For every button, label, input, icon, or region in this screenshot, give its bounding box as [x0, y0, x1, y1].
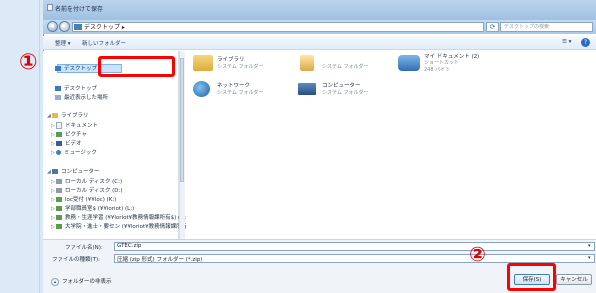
back-arrow-icon: ◂: [50, 21, 55, 30]
network-drive-icon: [56, 197, 62, 202]
refresh-button[interactable]: ⟳: [486, 22, 499, 32]
sidebar-item-computer[interactable]: ◢ コンピューター: [47, 168, 100, 176]
item-type: システム フォルダー: [322, 64, 369, 70]
sidebar-item-drive-n[interactable]: ▷ 教務・生涯学習 (¥¥loriot¥教務情報課所有$) (N:): [51, 214, 188, 222]
item-type: システム フォルダー: [217, 64, 264, 70]
scrollbar-thumb[interactable]: [180, 58, 184, 182]
refresh-icon: ⟳: [489, 23, 496, 31]
sidebar-item-label: ローカル ディスク (D:): [65, 188, 123, 194]
network-drive-icon: [56, 224, 62, 229]
documents-icon: [56, 122, 62, 129]
sidebar-item-label: ピクチャ: [65, 132, 87, 138]
item-size: 248 バイト: [424, 67, 451, 73]
chevron-down-icon[interactable]: ▾: [588, 255, 591, 261]
new-folder-button[interactable]: 新しいフォルダー: [82, 39, 126, 47]
desktop-icon: [55, 86, 61, 91]
sidebar-item-label: 学部職員室$ (¥¥loriot) (L:): [65, 206, 135, 212]
item-type: システム フォルダー: [322, 90, 369, 96]
highlight-box-desktop: [98, 56, 175, 77]
filename-label: ファイル名(N):: [65, 245, 103, 251]
forward-arrow-icon: ▸: [62, 21, 67, 30]
sidebar-item-documents[interactable]: ▷ ドキュメント: [51, 122, 98, 130]
sidebar-item-label: ビデオ: [65, 141, 82, 147]
network-icon: [193, 81, 210, 97]
list-item[interactable]: システム フォルダー: [298, 54, 383, 78]
sidebar-item-label: デスクトップ: [64, 66, 98, 72]
sidebar-item-label: ライブラリ: [61, 113, 89, 119]
sidebar-item-drive-l[interactable]: ▷ 学部職員室$ (¥¥loriot) (L:): [51, 205, 134, 213]
organize-button[interactable]: 整理 ▾: [55, 39, 71, 47]
drive-icon: [56, 179, 62, 184]
filetype-label: ファイルの種類(T):: [52, 257, 101, 263]
libraries-icon: [52, 113, 58, 118]
item-name: ライブラリ: [217, 57, 245, 63]
page-background: [0, 0, 40, 293]
item-name: ネットワーク: [217, 83, 251, 89]
forward-button[interactable]: ▸: [59, 21, 70, 32]
computer-icon: [298, 83, 316, 95]
chevron-down-icon[interactable]: ▾: [588, 243, 591, 249]
desktop-icon: [55, 66, 61, 71]
libraries-folder-icon: [193, 55, 213, 71]
document-icon: [47, 4, 53, 11]
cancel-button[interactable]: キャンセル: [556, 274, 592, 285]
pictures-icon: [56, 132, 62, 137]
sidebar-item-desktop-2[interactable]: デスクトップ: [55, 85, 97, 93]
filename-field[interactable]: [114, 242, 595, 251]
sidebar-item-drive-c[interactable]: ▷ ローカル ディスク (C:): [51, 178, 122, 186]
sidebar-item-drive-d[interactable]: ▷ ローカル ディスク (D:): [51, 187, 123, 195]
sidebar-item-desktop[interactable]: デスクトップ: [55, 65, 97, 73]
shortcut-icon: [398, 55, 420, 71]
hide-folders-toggle[interactable]: ▴ フォルダーの非表示: [51, 277, 112, 286]
back-button[interactable]: ◂: [47, 21, 58, 32]
title-bar: [43, 0, 596, 20]
sidebar-item-drive-extra[interactable]: ▷ 大学院・進士・要セン (¥¥loriot¥教務情報課所有: [51, 223, 187, 231]
item-type: システム フォルダー: [217, 90, 264, 96]
network-drive-icon: [56, 215, 62, 220]
sidebar-item-label: 最近表示した場所: [64, 95, 109, 101]
item-type: ショートカット: [424, 60, 460, 66]
drive-icon: [56, 188, 62, 193]
recent-places-icon: [55, 95, 61, 100]
sidebar-item-label: 大学院・進士・要セン (¥¥loriot¥教務情報課所有: [65, 224, 188, 230]
sidebar-item-music[interactable]: ▷ ミュージック: [51, 149, 97, 157]
list-item[interactable]: ライブラリ システム フォルダー: [193, 54, 278, 78]
hide-folders-label: フォルダーの非表示: [62, 279, 112, 285]
sidebar-item-label: 教務・生涯学習 (¥¥loriot¥教務情報課所有$) (N:): [65, 215, 189, 221]
music-icon: [56, 150, 61, 155]
window-title: 名前を付けて保存: [55, 6, 104, 13]
chevron-up-icon: ▴: [51, 277, 59, 286]
sidebar-item-label: ドキュメント: [65, 123, 99, 129]
address-breadcrumb[interactable]: デスクトップ ▸: [84, 22, 125, 31]
step-marker-1: ①: [19, 50, 38, 75]
sidebar-item-label: デスクトップ: [64, 86, 98, 92]
view-options-button[interactable]: ☰ ▾: [562, 39, 571, 45]
sidebar-item-pictures[interactable]: ▷ ピクチャ: [51, 131, 87, 139]
filetype-value[interactable]: 圧縮 (zip 形式) フォルダー (*.zip): [117, 255, 202, 263]
sidebar-item-recent-places[interactable]: 最近表示した場所: [55, 94, 108, 102]
highlight-box-save: [507, 263, 556, 291]
sidebar-item-label: ローカル ディスク (C:): [65, 179, 123, 185]
address-bar[interactable]: [72, 22, 484, 32]
sidebar-item-videos[interactable]: ▷ ビデオ: [51, 140, 82, 148]
list-item[interactable]: コンピューター システム フォルダー: [298, 80, 383, 104]
computer-icon: [52, 169, 58, 174]
sidebar-item-label: ミュージック: [64, 150, 97, 156]
list-item[interactable]: マイ ドキュメント (2) ショートカット 248 バイト: [398, 52, 508, 76]
desktop-icon: [74, 24, 82, 30]
user-folder-icon: [300, 55, 314, 71]
sidebar-item-libraries[interactable]: ◢ ライブラリ: [47, 112, 89, 120]
search-placeholder: デスクトップの検索: [504, 24, 550, 30]
item-name: コンピューター: [322, 83, 361, 89]
sidebar-item-drive-k[interactable]: ▷ loc受付 (¥¥loc) (K:): [51, 196, 116, 204]
list-item[interactable]: ネットワーク システム フォルダー: [193, 80, 278, 104]
step-marker-2: ②: [469, 242, 486, 266]
videos-icon: [56, 141, 62, 146]
sidebar-item-label: loc受付 (¥¥loc) (K:): [65, 197, 117, 203]
sidebar-item-label: コンピューター: [61, 169, 100, 175]
help-icon[interactable]: ?: [581, 38, 590, 47]
network-drive-icon: [56, 206, 62, 211]
filename-value[interactable]: GTEC.zip: [117, 243, 141, 249]
